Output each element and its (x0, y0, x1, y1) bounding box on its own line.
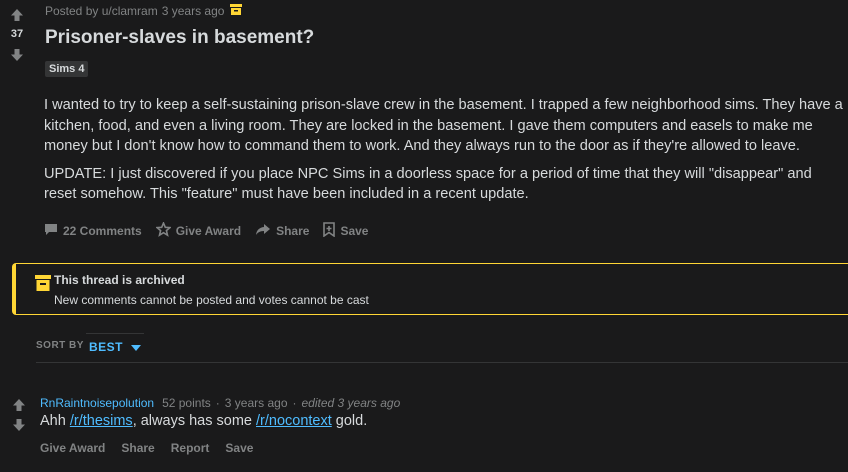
save-button[interactable]: Save (323, 222, 368, 240)
comment-meta: RnRaintnoisepolution 52 points · 3 years… (40, 396, 400, 410)
award-icon (154, 220, 172, 240)
post-flair[interactable]: Sims 4 (45, 61, 89, 77)
give-award-button[interactable]: Give Award (154, 220, 242, 240)
separator: · (215, 396, 220, 410)
post-body-paragraph: I wanted to try to keep a self-sustainin… (44, 97, 843, 154)
comment-give-award-button[interactable]: Give Award (40, 441, 105, 455)
save-label: Save (340, 224, 369, 238)
share-icon (255, 223, 271, 239)
give-award-label: Give Award (175, 224, 242, 238)
comment-report-button[interactable]: Report (171, 441, 210, 455)
subreddit-link-thesims[interactable]: /r/thesims (70, 413, 133, 429)
sort-dropdown[interactable]: BEST (86, 333, 145, 360)
comment-share-button[interactable]: Share (121, 441, 154, 455)
share-button[interactable]: Share (255, 222, 309, 240)
comment-text: Ahh (40, 413, 70, 429)
sort-value: BEST (89, 340, 124, 354)
caret-down-icon (131, 338, 142, 356)
downvote-arrow-icon[interactable] (7, 47, 27, 63)
post-body: I wanted to try to keep a self-sustainin… (44, 95, 844, 212)
comment-text: gold. (331, 413, 368, 429)
comment-body: Ahh /r/thesims, always has some /r/nocon… (40, 413, 367, 429)
comment-time: 3 years ago (224, 396, 288, 410)
post-body-paragraph: UPDATE: I just discovered if you place N… (44, 165, 812, 203)
bookmark-icon (323, 222, 336, 240)
subreddit-link-nocontext[interactable]: /r/nocontext (256, 413, 332, 429)
post-actions: 22 Comments Give Award Share Save (44, 220, 368, 240)
comment-downvote-icon[interactable] (12, 418, 26, 437)
post-time: 3 years ago (161, 4, 225, 18)
upvote-arrow-icon[interactable] (7, 7, 27, 23)
archived-notice: This thread is archived New comments can… (12, 263, 848, 315)
comments-button[interactable]: 22 Comments (44, 222, 142, 240)
comment-author[interactable]: RnRaintnoisepolution (40, 396, 154, 410)
comment-text: , always has some (132, 413, 256, 429)
comment-upvote-icon[interactable] (12, 398, 26, 417)
comment-points: 52 points (162, 396, 211, 410)
comment-save-button[interactable]: Save (225, 441, 253, 455)
share-label: Share (276, 224, 310, 238)
archived-box-icon (230, 4, 243, 18)
separator: · (292, 396, 297, 410)
comment-actions: Give Award Share Report Save (40, 441, 253, 455)
comment-icon (44, 223, 58, 239)
post-title[interactable]: Prisoner-slaves in basement? (45, 27, 314, 49)
posted-by[interactable]: Posted by u/clamram (45, 4, 158, 18)
sort-label: SORT BY (36, 340, 84, 351)
archived-subtitle: New comments cannot be posted and votes … (54, 293, 369, 307)
comment-edited: edited 3 years ago (301, 396, 401, 410)
archived-title: This thread is archived (54, 273, 185, 287)
divider (36, 362, 848, 363)
archive-box-icon (35, 275, 51, 296)
comments-label: 22 Comments (63, 224, 142, 238)
post-score: 37 (10, 28, 24, 40)
post-meta: Posted by u/clamram 3 years ago (45, 4, 243, 18)
